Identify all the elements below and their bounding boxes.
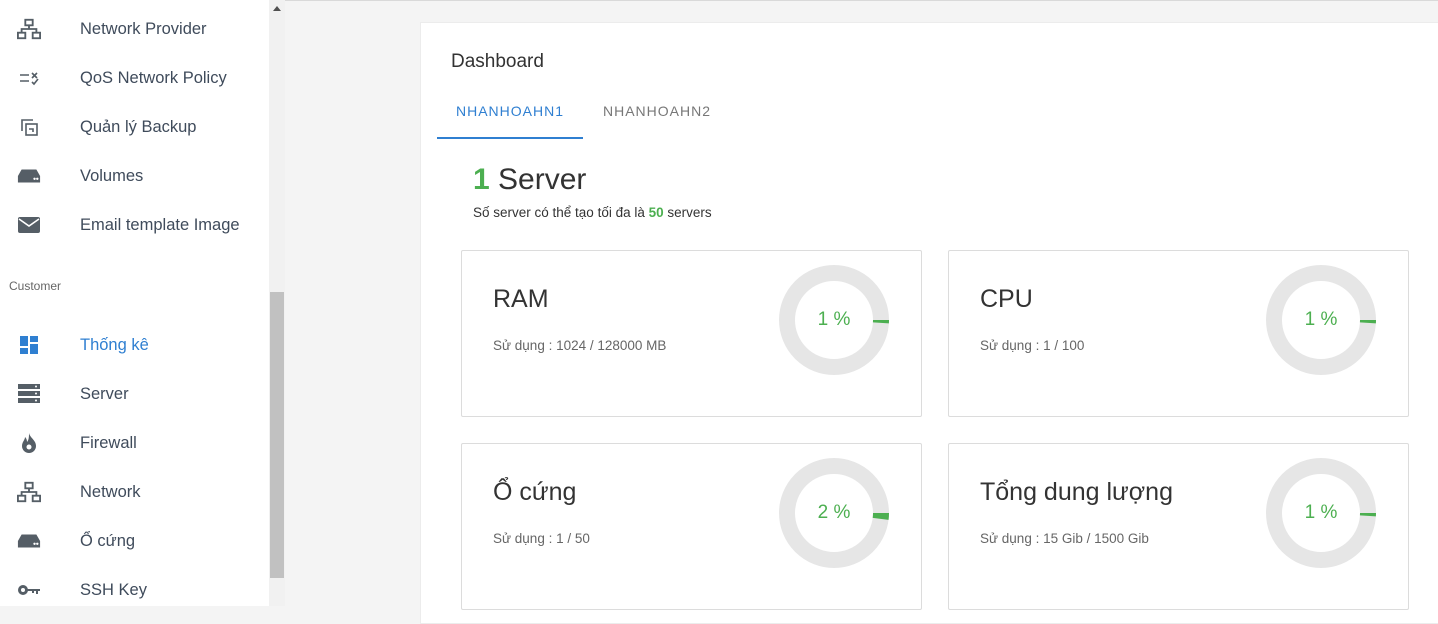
drive-icon (17, 164, 41, 188)
server-limit-suffix: servers (667, 205, 712, 220)
key-icon (17, 578, 41, 602)
sidebar-item-label: Volumes (80, 166, 144, 185)
server-icon (17, 382, 41, 406)
sidebar-item-backup[interactable]: Quản lý Backup (0, 105, 269, 149)
sidebar-item-label: Network Provider (80, 19, 207, 38)
dashboard-panel: Dashboard NHANHOAHN1 NHANHOAHN2 1 Server… (420, 22, 1438, 624)
sidebar-item-ssh-key[interactable]: SSH Key (0, 568, 269, 606)
card-usage: Sử dụng : 15 Gib / 1500 Gib (980, 531, 1149, 546)
server-limit-value: 50 (648, 205, 664, 220)
tab-bar: NHANHOAHN1 NHANHOAHN2 (437, 93, 1437, 139)
usage-card-cpu: CPU Sử dụng : 1 / 100 1 % (948, 250, 1409, 417)
card-title: Ổ cứng (493, 478, 577, 506)
donut-percent-label: 1 % (817, 309, 851, 330)
sidebar-item-label: Server (80, 384, 129, 403)
card-title: CPU (980, 285, 1033, 313)
sidebar-item-email-template-image[interactable]: Email template Image (0, 203, 269, 247)
usage-card-ram: RAM Sử dụng : 1024 / 128000 MB 1 % (461, 250, 922, 417)
sidebar-item-label: Ổ cứng (80, 531, 136, 550)
dashboard-grid-icon (17, 333, 41, 357)
sidebar-item-firewall[interactable]: Firewall (0, 421, 269, 465)
sidebar-scrollbar[interactable] (269, 0, 285, 606)
scroll-up-arrow-icon[interactable] (273, 6, 281, 11)
card-usage: Sử dụng : 1024 / 128000 MB (493, 338, 667, 353)
server-count-heading: 1 Server (473, 163, 586, 197)
sidebar-item-label: Network (80, 482, 141, 501)
donut-percent-label: 2 % (817, 502, 851, 523)
server-limit-text: Số server có thể tạo tối đa là 50 server… (473, 205, 712, 220)
sidebar-item-label: Firewall (80, 433, 137, 452)
sidebar-item-label: QoS Network Policy (80, 68, 227, 87)
server-count-word: Server (498, 163, 587, 196)
sidebar-item-volumes[interactable]: Volumes (0, 154, 269, 198)
sidebar-item-label: Thống kê (80, 335, 149, 354)
tab-nhanhoahn1[interactable]: NHANHOAHN1 (437, 93, 583, 139)
usage-card-o-cung: Ổ cứng Sử dụng : 1 / 50 2 % (461, 443, 922, 610)
server-limit-prefix: Số server có thể tạo tối đa là (473, 205, 645, 220)
network-icon (17, 17, 41, 41)
drive-icon (17, 529, 41, 553)
donut-percent-label: 1 % (1304, 502, 1338, 523)
network-icon (17, 480, 41, 504)
server-count-value: 1 (473, 163, 490, 196)
divider (285, 0, 1438, 1)
sidebar-item-network-provider[interactable]: Network Provider (0, 7, 269, 51)
envelope-icon (17, 213, 41, 237)
sidebar-item-thong-ke[interactable]: Thống kê (0, 323, 269, 367)
sidebar-item-server[interactable]: Server (0, 372, 269, 416)
scroll-thumb[interactable] (270, 292, 284, 578)
sidebar-item-label: SSH Key (80, 580, 147, 599)
qos-list-icon (17, 66, 41, 90)
backup-copy-icon (17, 115, 41, 139)
card-usage: Sử dụng : 1 / 50 (493, 531, 590, 546)
usage-card-tong-dung-luong: Tổng dung lượng Sử dụng : 15 Gib / 1500 … (948, 443, 1409, 610)
sidebar-item-qos-network-policy[interactable]: QoS Network Policy (0, 56, 269, 100)
card-title: Tổng dung lượng (980, 478, 1173, 506)
card-usage: Sử dụng : 1 / 100 (980, 338, 1085, 353)
sidebar-item-label: Quản lý Backup (80, 117, 197, 136)
sidebar-section-customer: Customer (9, 279, 62, 293)
sidebar-item-o-cung[interactable]: Ổ cứng (0, 519, 269, 563)
sidebar-item-network[interactable]: Network (0, 470, 269, 514)
donut-percent-label: 1 % (1304, 309, 1338, 330)
flame-icon (17, 431, 41, 455)
page-title: Dashboard (451, 51, 544, 72)
card-title: RAM (493, 285, 549, 313)
sidebar: Network Provider QoS Network Policy Quản… (0, 0, 269, 606)
sidebar-item-label: Email template Image (80, 215, 240, 234)
tab-nhanhoahn2[interactable]: NHANHOAHN2 (587, 93, 727, 137)
